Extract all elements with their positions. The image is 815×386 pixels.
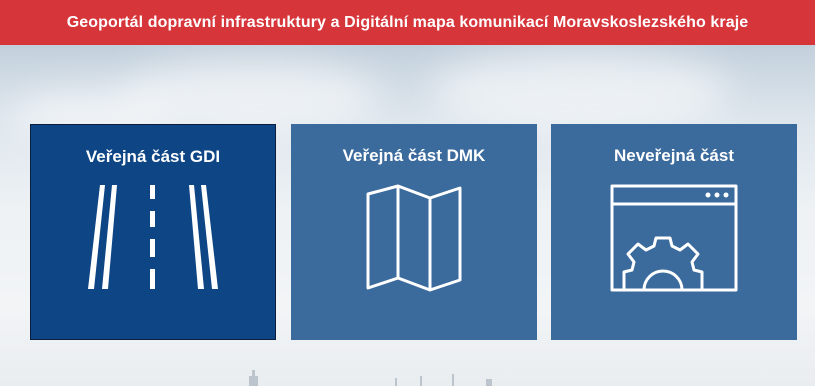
map-icon [364,184,464,297]
city-skyline [249,370,492,386]
tile-label: Veřejná část DMK [342,146,486,165]
tile-private[interactable]: Neveřejná část [551,124,797,340]
browser-gear-icon [610,184,738,297]
tile-label: Veřejná část GDI [85,147,221,166]
tile-public-gdi[interactable]: Veřejná část GDI [30,124,276,340]
page-title: Geoportál dopravní infrastruktury a Digi… [66,13,749,31]
page-header: Geoportál dopravní infrastruktury a Digi… [0,0,815,45]
tile-public-dmk[interactable]: Veřejná část DMK [291,124,537,340]
road-icon [88,185,218,300]
tile-label: Neveřejná část [613,146,735,165]
